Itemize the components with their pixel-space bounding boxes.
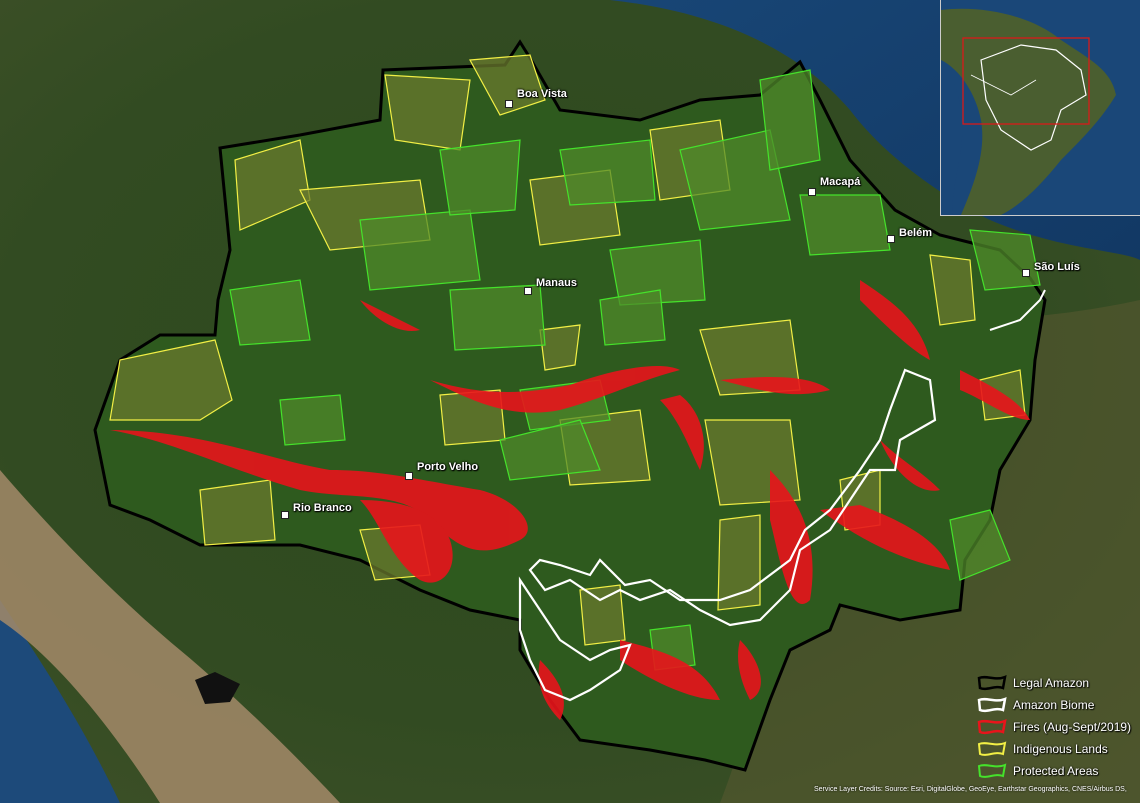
city-boa-vista[interactable]: Boa Vista — [505, 88, 567, 110]
fires-swatch-icon — [977, 719, 1007, 735]
city-name: São Luís — [1034, 261, 1080, 273]
legend-item-fires: Fires (Aug-Sept/2019) — [975, 716, 1135, 738]
city-manaus[interactable]: Manaus — [524, 277, 577, 297]
legend-label: Indigenous Lands — [1013, 742, 1108, 756]
city-marker-icon — [505, 100, 513, 108]
city-name: Manaus — [536, 277, 577, 289]
city-name: Boa Vista — [517, 88, 567, 100]
legal-amazon-swatch-icon — [977, 675, 1007, 691]
city-name: Porto Velho — [417, 461, 479, 473]
city-name: Belém — [899, 227, 933, 239]
city-name: Rio Branco — [293, 502, 352, 514]
service-layer-credits: Service Layer Credits: Source: Esri, Dig… — [814, 786, 1127, 793]
legend-item-protected-areas: Protected Areas — [975, 760, 1135, 782]
legend-item-indigenous-lands: Indigenous Lands — [975, 738, 1135, 760]
legend-item-amazon-biome: Amazon Biome — [975, 694, 1135, 716]
city-porto-velho[interactable]: Porto Velho — [405, 461, 478, 482]
city-macapa[interactable]: Macapá — [808, 176, 860, 198]
city-marker-icon — [281, 511, 289, 519]
legend-label: Fires (Aug-Sept/2019) — [1013, 720, 1132, 734]
city-rio-branco[interactable]: Rio Branco — [281, 502, 352, 521]
city-sao-luis[interactable]: São Luís — [1022, 261, 1080, 279]
protected-areas-swatch-icon — [977, 763, 1007, 778]
legend-item-legal-amazon: Legal Amazon — [975, 672, 1135, 694]
city-marker-icon — [524, 287, 532, 295]
amazon-biome-swatch-icon — [977, 697, 1007, 713]
inset-locator-map[interactable] — [940, 0, 1140, 216]
city-marker-icon — [1022, 269, 1030, 277]
amazon-fire-map[interactable]: Boa Vista Macapá Belém São Luís Manaus P… — [0, 0, 1140, 803]
city-marker-icon — [887, 235, 895, 243]
city-marker-icon — [808, 188, 816, 196]
city-name: Macapá — [820, 176, 861, 188]
city-belem[interactable]: Belém — [887, 227, 932, 245]
legend-label: Amazon Biome — [1013, 698, 1095, 712]
city-marker-icon — [405, 472, 413, 480]
legend-label: Protected Areas — [1013, 764, 1099, 778]
inset-map-canvas — [941, 0, 1140, 215]
legend-label: Legal Amazon — [1013, 676, 1090, 690]
map-legend: Legal Amazon Amazon Biome Fires (Aug-Sep… — [975, 672, 1135, 782]
indigenous-lands-swatch-icon — [977, 741, 1007, 756]
